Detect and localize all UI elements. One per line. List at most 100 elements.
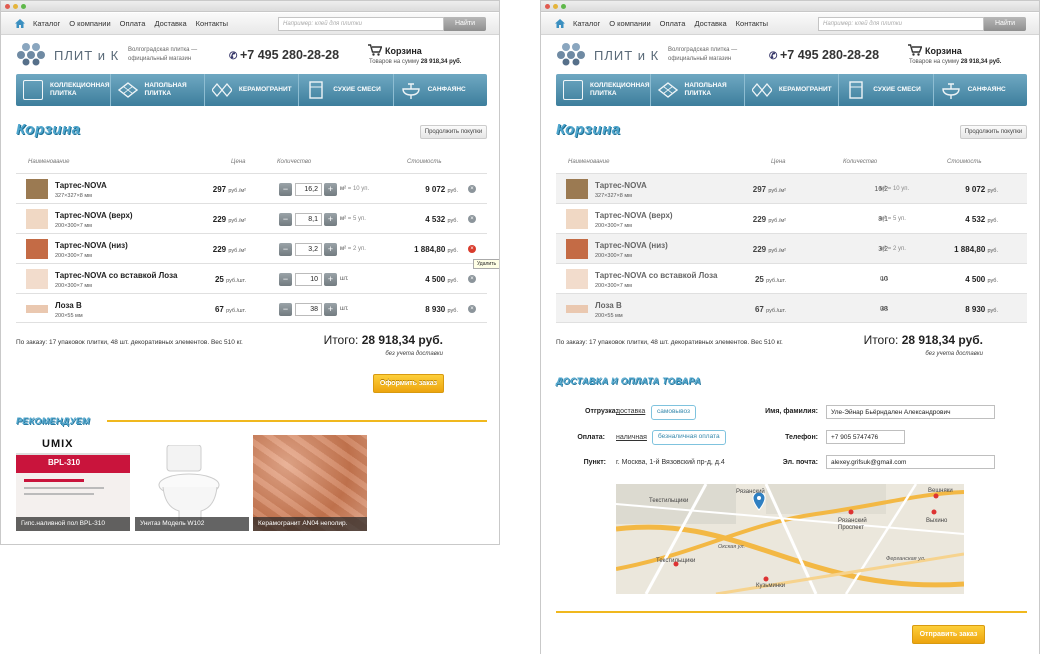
- increase-button[interactable]: +: [324, 273, 337, 286]
- decrease-button[interactable]: −: [279, 273, 292, 286]
- continue-shopping-button[interactable]: Продолжить покупки: [420, 125, 487, 139]
- quantity-input[interactable]: 3,2: [295, 243, 322, 256]
- category-label: Санфаянс: [967, 86, 1006, 93]
- delete-icon[interactable]: ×: [468, 185, 476, 193]
- category-floor[interactable]: Напольная плитка: [111, 74, 205, 106]
- cart-title[interactable]: Корзина: [925, 46, 962, 56]
- ship-option-pickup[interactable]: самовывоз: [651, 405, 696, 420]
- cart-icon[interactable]: [908, 44, 922, 56]
- logo-text[interactable]: ПЛИТ и К: [54, 48, 119, 63]
- product-thumbnail[interactable]: [26, 269, 48, 289]
- search-button[interactable]: Найти: [984, 17, 1026, 31]
- cart-title[interactable]: Корзина: [385, 46, 422, 56]
- product-name[interactable]: Лоза В: [595, 301, 622, 310]
- pay-option-cash[interactable]: наличная: [616, 434, 647, 441]
- decrease-button[interactable]: −: [279, 213, 292, 226]
- quantity-input[interactable]: 8,1: [295, 213, 322, 226]
- checkout-button[interactable]: Оформить заказ: [373, 374, 444, 393]
- category-porcelain[interactable]: Керамогранит: [745, 74, 840, 106]
- category-dry-mix[interactable]: Сухие смеси: [839, 74, 934, 106]
- cart-icon[interactable]: [368, 44, 382, 56]
- nav-link-payment[interactable]: Оплата: [120, 19, 146, 28]
- increase-button[interactable]: +: [324, 213, 337, 226]
- product-name[interactable]: Тартес-NOVA (верх): [55, 211, 133, 220]
- product-thumbnail[interactable]: [26, 239, 48, 259]
- nav-link-about[interactable]: О компании: [69, 19, 110, 28]
- quantity-input[interactable]: 10: [295, 273, 322, 286]
- home-icon[interactable]: [555, 19, 565, 28]
- recommend-card[interactable]: UMIX BPL-310 Гипс.наливной пол BPL-310: [16, 435, 130, 531]
- minimize-window-dot[interactable]: [553, 4, 558, 9]
- product-name[interactable]: Тартес-NOVA (низ): [55, 241, 128, 250]
- delete-icon[interactable]: ×: [468, 305, 476, 313]
- search-button[interactable]: Найти: [444, 17, 486, 31]
- continue-shopping-button[interactable]: Продолжить покупки: [960, 125, 1027, 139]
- product-name[interactable]: Тартес-NOVA со вставкой Лоза: [595, 271, 717, 280]
- logo-text[interactable]: ПЛИТ и К: [594, 48, 659, 63]
- search-input[interactable]: Например: клей для плитки: [278, 17, 444, 31]
- product-thumbnail[interactable]: [26, 209, 48, 229]
- nav-link-about[interactable]: О компании: [609, 19, 650, 28]
- recommend-card[interactable]: Керамогранит AN04 неполир.: [253, 435, 367, 531]
- ship-option-delivery[interactable]: доставка: [616, 408, 645, 415]
- product-thumbnail[interactable]: [566, 305, 588, 313]
- search-input[interactable]: Например: клей для плитки: [818, 17, 984, 31]
- minimize-window-dot[interactable]: [13, 4, 18, 9]
- name-field[interactable]: Уле-Эйнар Бьёрндален Александрович: [826, 405, 995, 419]
- decrease-button[interactable]: −: [279, 303, 292, 316]
- logo-icon[interactable]: [16, 42, 48, 66]
- close-window-dot[interactable]: [5, 4, 10, 9]
- decrease-button[interactable]: −: [279, 243, 292, 256]
- nav-link-catalog[interactable]: Каталог: [573, 19, 600, 28]
- product-thumbnail[interactable]: [26, 179, 48, 199]
- nav-link-contacts[interactable]: Контакты: [736, 19, 768, 28]
- increase-button[interactable]: +: [324, 303, 337, 316]
- close-window-dot[interactable]: [545, 4, 550, 9]
- category-porcelain[interactable]: Керамогранит: [205, 74, 300, 106]
- send-order-button[interactable]: Отправить заказ: [912, 625, 985, 644]
- point-label: Пункт:: [583, 459, 606, 466]
- product-name[interactable]: Тартес-NOVA (низ): [595, 241, 668, 250]
- quantity-input[interactable]: 38: [295, 303, 322, 316]
- recommend-card[interactable]: Унитаз Модель W102: [135, 435, 249, 531]
- product-name[interactable]: Тартес-NOVA (верх): [595, 211, 673, 220]
- category-sanitary[interactable]: Санфаянс: [934, 74, 1027, 106]
- price-unit: руб./шт.: [226, 308, 246, 314]
- increase-button[interactable]: +: [324, 183, 337, 196]
- product-thumbnail[interactable]: [566, 209, 588, 229]
- product-thumbnail[interactable]: [566, 269, 588, 289]
- zoom-window-dot[interactable]: [21, 4, 26, 9]
- category-collection[interactable]: Коллекционная плитка: [556, 74, 651, 106]
- product-thumbnail[interactable]: [566, 179, 588, 199]
- email-field[interactable]: alexey.grifsuk@gmail.com: [826, 455, 995, 469]
- delete-icon[interactable]: ×: [468, 275, 476, 283]
- nav-link-contacts[interactable]: Контакты: [196, 19, 228, 28]
- phone-field[interactable]: +7 905 5747476: [826, 430, 905, 444]
- quantity-input[interactable]: 16,2: [295, 183, 322, 196]
- pack-count: = 10 уп.: [347, 186, 370, 192]
- product-name[interactable]: Тартес-NOVA: [595, 181, 647, 190]
- decrease-button[interactable]: −: [279, 183, 292, 196]
- nav-link-catalog[interactable]: Каталог: [33, 19, 60, 28]
- delete-icon[interactable]: ×: [468, 245, 476, 253]
- product-name[interactable]: Тартес-NOVA со вставкой Лоза: [55, 271, 177, 280]
- map[interactable]: Рязанский Текстильщики Текстильщики Ряза…: [616, 484, 964, 594]
- category-dry-mix[interactable]: Сухие смеси: [299, 74, 394, 106]
- product-thumbnail[interactable]: [26, 305, 48, 313]
- home-icon[interactable]: [15, 19, 25, 28]
- price-value: 297: [752, 185, 767, 194]
- logo-icon[interactable]: [556, 42, 588, 66]
- increase-button[interactable]: +: [324, 243, 337, 256]
- pay-option-cashless[interactable]: безналичная оплата: [652, 430, 726, 445]
- category-sanitary[interactable]: Санфаянс: [394, 74, 487, 106]
- nav-link-payment[interactable]: Оплата: [660, 19, 686, 28]
- nav-link-delivery[interactable]: Доставка: [154, 19, 186, 28]
- product-thumbnail[interactable]: [566, 239, 588, 259]
- delete-icon[interactable]: ×: [468, 215, 476, 223]
- zoom-window-dot[interactable]: [561, 4, 566, 9]
- nav-link-delivery[interactable]: Доставка: [694, 19, 726, 28]
- category-floor[interactable]: Напольная плитка: [651, 74, 745, 106]
- category-collection[interactable]: Коллекционная плитка: [16, 74, 111, 106]
- product-name[interactable]: Лоза В: [55, 301, 82, 310]
- product-name[interactable]: Тартес-NOVA: [55, 181, 107, 190]
